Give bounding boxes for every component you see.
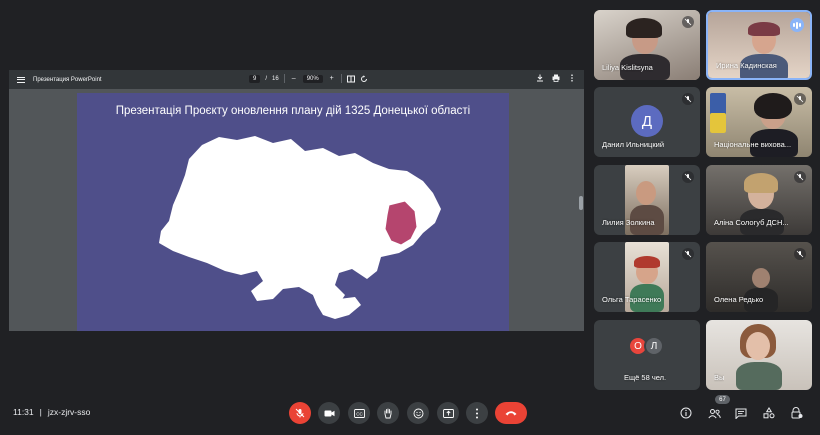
participant-name: Ольга Тарасенко [602,295,662,304]
participant-name: Ирина Кадинская [716,61,777,70]
participant-face [752,268,770,288]
participant-hair [754,93,792,119]
participant-name: Лилия Золкина [602,218,655,227]
people-button[interactable] [706,405,722,421]
speaking-indicator-icon [790,18,804,32]
mic-toggle-button[interactable] [289,402,311,424]
viewer-actions [536,74,576,82]
participant-tile[interactable]: Аліна Сологуб ДСН... [706,165,812,235]
participant-face [636,181,656,205]
fit-page-icon[interactable] [346,75,355,83]
viewer-toolbar: Презентация PowerPoint 9 / 16 – 90% + [9,70,584,89]
emoji-icon [413,408,423,418]
participant-hair [626,18,662,38]
participant-tile-active-speaker[interactable]: Ирина Кадинская [706,10,812,80]
lock-person-icon [791,407,803,419]
participant-tile[interactable]: Д Данил Ильницкий [594,87,700,157]
slide: Презентація Проєкту оновлення плану дій … [77,93,509,331]
participant-tile[interactable]: Ольга Тарасенко [594,242,700,312]
more-options-button[interactable] [466,402,488,424]
info-icon [680,407,692,419]
mic-off-icon [794,93,806,105]
meeting-time: 11:31 [13,407,34,417]
people-icon [707,408,721,418]
mic-off-icon [682,93,694,105]
meet-window: Презентация PowerPoint 9 / 16 – 90% + Пр… [0,0,820,435]
mic-off-icon [794,248,806,260]
meeting-info: 11:31 | jzx-zjrv-sso [13,407,90,417]
call-end-icon [505,411,517,416]
presentation-viewer: Презентация PowerPoint 9 / 16 – 90% + Пр… [9,70,584,331]
document-title: Презентация PowerPoint [33,76,102,83]
participant-name: Liliya Kislitsyna [602,63,653,72]
self-tile[interactable]: Вы [706,320,812,390]
divider [283,74,285,83]
mic-off-icon [682,16,694,28]
more-vert-icon[interactable] [568,74,576,82]
zoom-level-input[interactable]: 90% [302,74,323,83]
videocam-icon [324,410,334,416]
chat-button[interactable] [733,405,749,421]
mic-off-icon [794,171,806,183]
participant-body [736,362,782,390]
participant-tile[interactable]: Національне вихова... [706,87,812,157]
activities-button[interactable] [761,405,777,421]
participant-tile[interactable]: Олена Редько [706,242,812,312]
print-icon[interactable] [552,74,560,82]
more-vert-icon [476,408,478,418]
hand-icon [384,408,392,418]
leave-call-button[interactable] [495,402,527,424]
svg-text:CC: CC [356,411,363,416]
participant-tile[interactable]: Liliya Kislitsyna [594,10,700,80]
participant-name: Національне вихова... [714,140,792,149]
mic-off-icon [295,408,305,418]
participant-hair [744,173,778,193]
participant-hair [634,256,660,268]
control-bar: 11:31 | jzx-zjrv-sso CC [0,396,820,430]
participant-name: Вы [714,373,725,382]
participant-name: Олена Редько [714,295,764,304]
captions-button[interactable]: CC [348,402,370,424]
more-participants-label: Ещё 58 чел. [624,373,667,382]
divider [340,74,342,83]
closed-captions-icon: CC [353,408,365,418]
page-controls: 9 / 16 – 90% + [249,74,368,83]
mic-off-icon [682,248,694,260]
host-controls-button[interactable] [789,405,805,421]
more-avatars: О Л [628,336,664,356]
rotate-icon[interactable] [360,74,368,83]
participant-face [746,332,770,360]
participant-hair [748,22,780,36]
download-icon[interactable] [536,74,544,82]
chat-icon [735,408,747,419]
participant-tile[interactable]: Лилия Золкина [594,165,700,235]
viewer-scrollbar[interactable] [579,196,583,210]
present-now-button[interactable] [437,402,459,424]
camera-toggle-button[interactable] [318,402,340,424]
more-participants-tile[interactable]: О Л Ещё 58 чел. [594,320,700,390]
meeting-details-button[interactable] [678,405,694,421]
participant-name: Аліна Сологуб ДСН... [714,218,789,227]
page-number-input[interactable]: 9 [249,74,261,83]
menu-icon[interactable] [17,76,25,83]
page-total: 16 [272,75,279,82]
meeting-separator: | [39,407,42,417]
participant-avatar: Д [631,105,663,137]
raise-hand-button[interactable] [377,402,399,424]
zoom-in-icon[interactable]: + [328,75,336,83]
flag-yellow [710,113,726,133]
reactions-button[interactable] [407,402,429,424]
shapes-icon [763,407,775,419]
meeting-code: jzx-zjrv-sso [47,407,91,417]
zoom-out-icon[interactable]: – [290,75,298,83]
ukraine-map [159,136,441,319]
present-to-all-icon [442,408,454,418]
participant-avatar: Л [644,336,664,356]
mic-off-icon [682,171,694,183]
participant-count-badge: 67 [715,395,730,404]
participant-name: Данил Ильницкий [602,140,665,149]
page-separator: / [265,75,268,82]
